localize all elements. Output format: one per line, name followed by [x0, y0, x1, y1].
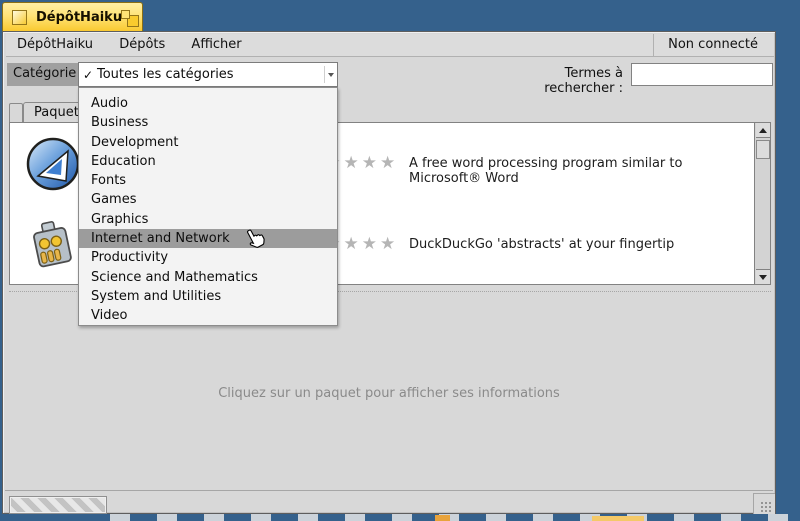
menu-depots[interactable]: Dépôts	[108, 34, 176, 56]
info-pane-placeholder: Cliquez sur un paquet pour afficher ses …	[3, 386, 775, 401]
menu-afficher[interactable]: Afficher	[180, 34, 252, 56]
arrow-up-icon	[759, 128, 767, 133]
arrow-down-icon	[759, 275, 767, 280]
zoom-icon-small	[121, 10, 130, 19]
search-input[interactable]	[631, 63, 773, 86]
connection-status-menu[interactable]: Non connecté	[653, 34, 772, 56]
category-selected-value: Toutes les catégories	[97, 67, 234, 82]
popup-arrow	[324, 66, 336, 83]
menu-bar: DépôtHaiku Dépôts Afficher Non connecté	[6, 34, 774, 57]
vertical-scrollbar[interactable]	[754, 123, 770, 284]
menu-item-video[interactable]: Video	[79, 306, 337, 325]
window-title-tab[interactable]: DépôtHaiku	[2, 2, 143, 32]
menu-depothaiku[interactable]: DépôtHaiku	[6, 34, 104, 56]
busy-progress-indicator	[9, 496, 107, 514]
category-popup-field[interactable]: ✓ Toutes les catégories	[78, 62, 338, 87]
menu-item-graphics[interactable]: Graphics	[79, 210, 337, 229]
window-title: DépôtHaiku	[36, 10, 122, 25]
scrollbar-thumb[interactable]	[756, 140, 770, 159]
menu-item-science-and-mathematics[interactable]: Science and Mathematics	[79, 268, 337, 287]
abiword-icon	[24, 135, 82, 193]
menu-item-productivity[interactable]: Productivity	[79, 248, 337, 267]
resize-grip-dots-icon	[760, 501, 773, 512]
menu-item-system-and-utilities[interactable]: System and Utilities	[79, 287, 337, 306]
scroll-down-button[interactable]	[756, 269, 770, 284]
menu-item-business[interactable]: Business	[79, 113, 337, 132]
background-window-fragment	[435, 515, 450, 521]
checkmark-icon: ✓	[79, 68, 97, 82]
menu-item-games[interactable]: Games	[79, 190, 337, 209]
category-dropdown-menu: Audio Business Development Education Fon…	[78, 87, 338, 326]
desktop: DépôtHaiku DépôtHaiku Dépôts Afficher No…	[0, 0, 800, 521]
package-description: DuckDuckGo 'abstracts' at your fingertip	[409, 237, 674, 252]
menu-item-fonts[interactable]: Fonts	[79, 171, 337, 190]
menu-item-development[interactable]: Development	[79, 133, 337, 152]
resize-grip[interactable]	[753, 493, 775, 514]
close-button[interactable]	[12, 10, 27, 25]
menu-item-audio[interactable]: Audio	[79, 94, 337, 113]
menu-item-education[interactable]: Education	[79, 152, 337, 171]
search-label: Termes à rechercher :	[498, 66, 623, 96]
status-bar-divider	[5, 490, 773, 491]
scroll-up-button[interactable]	[756, 123, 770, 138]
background-windows-strip	[110, 514, 800, 521]
tab-stub	[9, 103, 23, 123]
background-window-fragment	[592, 516, 644, 521]
chevron-down-icon	[328, 73, 334, 77]
menu-item-internet-and-network[interactable]: Internet and Network	[79, 229, 337, 248]
zoom-button[interactable]	[120, 9, 141, 28]
robot-icon	[24, 216, 82, 274]
package-description: A free word processing program similar t…	[409, 156, 754, 186]
